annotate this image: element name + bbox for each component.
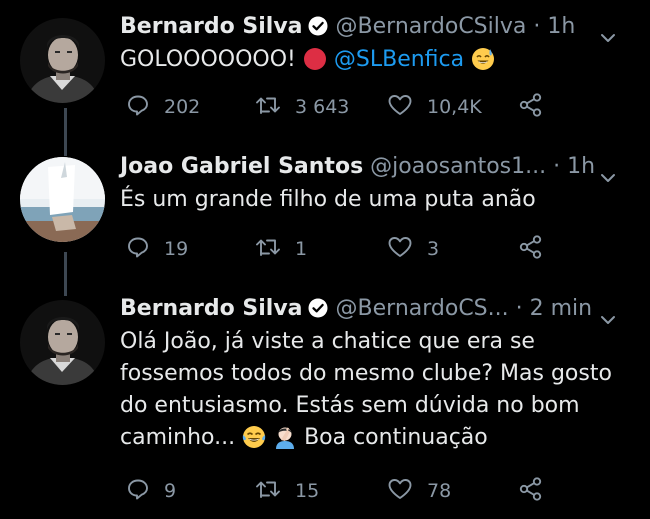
tweet-2[interactable]: Joao Gabriel Santos @joaosantos1... · 1h… [0, 150, 650, 292]
author-name[interactable]: Bernardo Silva [120, 296, 303, 321]
reply-button[interactable]: 19 [126, 234, 188, 264]
reply-icon [126, 235, 150, 264]
author-handle[interactable]: @joaosantos1... [370, 154, 546, 179]
tweet-text: És um grande filho de uma puta anão [120, 184, 628, 216]
like-count: 10,4K [427, 96, 482, 118]
tweet-header: Bernardo Silva @BernardoCSilva · 1h [120, 12, 630, 42]
like-icon [387, 235, 413, 264]
red-circle-emoji-icon [303, 47, 327, 81]
separator-dot: · [553, 154, 561, 179]
tweet-text-line: fossemos todos do mesmo clube? Mas gosto [120, 361, 612, 386]
timestamp[interactable]: 1h [567, 154, 595, 179]
profile-photo-image [20, 18, 105, 103]
like-count: 78 [427, 480, 452, 502]
profile-photo-image [20, 157, 105, 242]
like-icon [387, 93, 413, 122]
author-handle[interactable]: @BernardoCS... [336, 296, 509, 321]
reply-count: 202 [164, 96, 201, 118]
mention-link[interactable]: @SLBenfica [334, 47, 464, 72]
retweet-count: 3 643 [295, 96, 350, 118]
like-button[interactable]: 10,4K [387, 92, 482, 122]
tweet-text-line: caminho... [120, 425, 236, 450]
timestamp[interactable]: 2 min [530, 296, 592, 321]
reply-count: 9 [164, 480, 177, 502]
tweet-text-content: És um grande filho de uma puta anão [120, 187, 536, 212]
sweat-smile-emoji-icon [471, 47, 495, 81]
retweet-count: 1 [295, 238, 308, 260]
like-icon [387, 477, 413, 506]
author-handle[interactable]: @BernardoCSilva [336, 14, 527, 39]
reply-count: 19 [164, 238, 189, 260]
timestamp[interactable]: 1h [547, 14, 575, 39]
retweet-button[interactable]: 3 643 [255, 92, 349, 122]
share-button[interactable] [518, 476, 544, 506]
avatar-joao-gabriel-santos[interactable] [20, 157, 105, 242]
verified-badge-icon [308, 297, 328, 327]
tweet-1[interactable]: Bernardo Silva @BernardoCSilva · 1h GOLOO… [0, 0, 650, 150]
tweet-text-line: Boa continuação [304, 425, 488, 450]
retweet-button[interactable]: 15 [255, 476, 319, 506]
retweet-button[interactable]: 1 [255, 234, 307, 264]
tweet-header: Bernardo Silva @BernardoCS... · 2 min [120, 294, 630, 324]
tweet-text-content: GOLOOOOOOO! [120, 47, 296, 72]
avatar-bernardo-silva[interactable] [20, 18, 105, 103]
retweet-count: 15 [295, 480, 320, 502]
share-icon [518, 476, 544, 507]
share-button[interactable] [518, 234, 544, 264]
tweet-3[interactable]: Bernardo Silva @BernardoCS... · 2 min Olá… [0, 292, 650, 519]
author-name[interactable]: Bernardo Silva [120, 14, 303, 39]
share-icon [518, 92, 544, 123]
retweet-icon [255, 235, 281, 264]
share-icon [518, 234, 544, 265]
tweet-text: Olá João, já viste a chatice que era se … [120, 326, 628, 459]
verified-badge-icon [308, 15, 328, 45]
author-name[interactable]: Joao Gabriel Santos [120, 154, 363, 179]
tweet-text-line: Olá João, já viste a chatice que era se [120, 329, 535, 354]
tweet-text-line-last: caminho... Boa continuação [120, 422, 628, 459]
like-count: 3 [427, 238, 440, 260]
facepalm-emoji-icon [273, 425, 297, 459]
like-button[interactable]: 78 [387, 476, 451, 506]
tweet-text-line: do entusiasmo. Estás sem dúvida no bom [120, 393, 580, 418]
tears-of-joy-emoji-icon [242, 425, 266, 459]
reply-icon [126, 477, 150, 506]
reply-button[interactable]: 202 [126, 92, 200, 122]
tweet-text: GOLOOOOOOO! @SLBenfica [120, 44, 628, 81]
retweet-icon [255, 93, 281, 122]
tweet-actions: 202 3 643 10,4K [120, 92, 560, 122]
separator-dot: · [515, 296, 523, 321]
tweet-actions: 9 15 78 [120, 476, 560, 506]
tweet-header: Joao Gabriel Santos @joaosantos1... · 1h [120, 152, 630, 182]
reply-icon [126, 93, 150, 122]
profile-photo-image [20, 300, 105, 385]
like-button[interactable]: 3 [387, 234, 439, 264]
retweet-icon [255, 477, 281, 506]
avatar-bernardo-silva[interactable] [20, 300, 105, 385]
separator-dot: · [533, 14, 541, 39]
share-button[interactable] [518, 92, 544, 122]
tweet-actions: 19 1 3 [120, 234, 560, 264]
reply-button[interactable]: 9 [126, 476, 176, 506]
